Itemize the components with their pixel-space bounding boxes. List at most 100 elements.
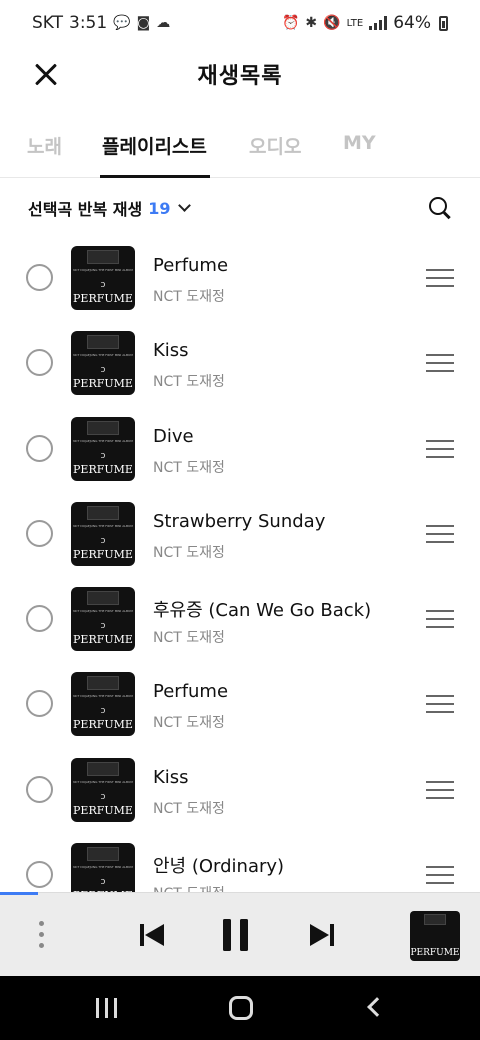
select-radio[interactable] — [26, 349, 53, 377]
album-art: NCT DOJAEJUNG THE FIRST MINI ALBUMↄPERFU… — [71, 501, 135, 566]
list-header: 선택곡 반복 재생 19 — [0, 188, 480, 228]
bottle-graphic — [424, 914, 446, 925]
bottle-graphic — [87, 847, 119, 862]
bottle-graphic — [87, 250, 119, 264]
album-art-subtext: NCT DOJAEJUNG THE FIRST MINI ALBUM — [73, 694, 133, 699]
track-row[interactable]: NCT DOJAEJUNG THE FIRST MINI ALBUMↄPERFU… — [0, 492, 480, 577]
battery-icon — [439, 15, 448, 31]
drag-handle-icon[interactable] — [426, 524, 454, 543]
bottle-graphic — [87, 591, 119, 606]
drag-handle-icon[interactable] — [426, 269, 454, 287]
status-bar-left: SKT 3:51 💬 ◙ ☁ — [32, 13, 170, 33]
drag-handle-icon[interactable] — [426, 610, 454, 629]
previous-track-button[interactable] — [132, 915, 172, 955]
logo-mark-icon: ↄ — [100, 450, 106, 461]
skip-previous-icon — [140, 924, 164, 946]
tab-songs[interactable]: 노래 — [27, 132, 62, 159]
search-icon[interactable] — [428, 196, 452, 220]
album-art-subtext: NCT DOJAEJUNG THE FIRST MINI ALBUM — [73, 609, 133, 614]
logo-mark-icon: ↄ — [100, 621, 106, 632]
network-type: LTE — [346, 17, 364, 29]
progress-bar[interactable] — [0, 892, 39, 895]
album-art: NCT DOJAEJUNG THE FIRST MINI ALBUMↄPERFU… — [71, 416, 135, 481]
track-row[interactable]: NCT DOJAEJUNG THE FIRST MINI ALBUMↄPERFU… — [0, 833, 480, 892]
track-count: 19 — [148, 198, 171, 218]
logo-mark-icon: ↄ — [100, 280, 106, 290]
track-title: Kiss — [153, 766, 189, 788]
track-title: 안녕 (Ordinary) — [153, 856, 285, 878]
album-art-subtext: NCT DOJAEJUNG THE FIRST MINI ALBUM — [73, 779, 133, 784]
select-radio[interactable] — [26, 605, 53, 633]
logo-mark-icon: ↄ — [100, 791, 106, 802]
talk-notification-icon: 💬 — [113, 15, 131, 31]
select-radio[interactable] — [26, 519, 53, 547]
more-options-icon[interactable] — [38, 919, 46, 951]
bottle-graphic — [87, 505, 119, 520]
logo-mark-icon: ↄ — [100, 535, 106, 546]
track-list[interactable]: NCT DOJAEJUNG THE FIRST MINI ALBUM ↄ PERFU… — [0, 236, 480, 892]
track-row[interactable]: NCT DOJAEJUNG THE FIRST MINI ALBUMↄPERFU… — [0, 748, 480, 833]
album-art: NCT DOJAEJUNG THE FIRST MINI ALBUM ↄPERFU… — [71, 672, 135, 737]
drag-handle-icon[interactable] — [426, 439, 454, 458]
track-artist: NCT 도재정 — [153, 289, 225, 305]
album-art-subtext: NCT DOJAEJUNG THE FIRST MINI ALBUM — [73, 865, 133, 870]
track-row[interactable]: NCT DOJAEJUNG THE FIRST MINI ALBUMↄPERFU… — [0, 407, 480, 492]
repeat-mode-label[interactable]: 선택곡 반복 재생 — [28, 196, 142, 220]
logo-mark-icon: ↄ — [100, 706, 106, 717]
album-art-text: PERFUME — [410, 948, 460, 958]
next-track-button[interactable] — [302, 915, 342, 955]
drag-handle-icon[interactable] — [426, 695, 454, 714]
album-art-subtext: NCT DOJAEJUNG THE FIRST MINI ALBUM — [73, 438, 133, 443]
track-row[interactable]: NCT DOJAEJUNG THE FIRST MINI ALBUMↄPERFU… — [0, 236, 480, 321]
track-artist: NCT 도재정 — [153, 374, 225, 391]
album-art: NCT DOJAEJUNG THE FIRST MINI ALBUM ↄPERFU… — [71, 587, 135, 652]
album-art-text: PERFUME — [73, 377, 133, 391]
recent-apps-icon[interactable] — [96, 998, 118, 1018]
album-art-text: PERFUME — [73, 718, 133, 732]
track-title: Perfume — [153, 681, 229, 703]
album-art-text: PERFUME — [73, 633, 133, 647]
track-row[interactable]: NCT DOJAEJUNG THE FIRST MINI ALBUMↄPERFU… — [0, 321, 480, 406]
album-art: NCT DOJAEJUNG THE FIRST MINI ALBUMↄPERFU… — [71, 246, 135, 310]
track-artist: NCT 도재정 — [153, 544, 225, 561]
home-icon[interactable] — [229, 996, 253, 1020]
track-title: Perfume — [153, 255, 229, 276]
album-art: NCT DOJAEJUNG THE FIRST MINI ALBUMↄPERFU… — [71, 843, 135, 892]
drag-handle-icon[interactable] — [426, 780, 454, 799]
drag-handle-icon[interactable] — [426, 354, 454, 373]
active-tab-indicator — [100, 175, 210, 178]
tab-playlist[interactable]: 플레이리스트 — [102, 132, 207, 159]
back-icon[interactable] — [367, 997, 387, 1017]
select-radio[interactable] — [26, 861, 53, 889]
track-row[interactable]: NCT DOJAEJUNG THE FIRST MINI ALBUM ↄPERFU… — [0, 662, 480, 747]
clock: 3:51 — [69, 13, 108, 33]
select-radio[interactable] — [26, 775, 53, 803]
skip-next-icon — [310, 924, 334, 946]
tab-audio[interactable]: 오디오 — [249, 132, 301, 159]
logo-mark-icon: ↄ — [100, 877, 106, 888]
album-art: NCT DOJAEJUNG THE FIRST MINI ALBUMↄPERFU… — [71, 757, 135, 822]
system-nav-bar — [0, 976, 480, 1040]
drag-handle-icon[interactable] — [426, 866, 454, 885]
status-bar: SKT 3:51 💬 ◙ ☁ ⏰ ✱ 🔇 LTE 64% — [0, 0, 480, 46]
bottle-graphic — [87, 335, 119, 350]
track-row[interactable]: NCT DOJAEJUNG THE FIRST MINI ALBUM ↄPERFU… — [0, 577, 480, 662]
mute-icon: 🔇 — [323, 15, 341, 31]
select-radio[interactable] — [26, 434, 53, 462]
tab-bar: 노래 플레이리스트 오디오 MY — [0, 120, 480, 178]
select-radio[interactable] — [26, 690, 53, 718]
tab-my[interactable]: MY — [343, 132, 376, 154]
now-playing-album-art[interactable]: PERFUME — [410, 911, 460, 961]
close-icon[interactable] — [30, 58, 62, 90]
track-title: Strawberry Sunday — [153, 510, 326, 532]
bottle-graphic — [87, 676, 119, 691]
track-artist: NCT 도재정 — [153, 459, 225, 476]
status-bar-right: ⏰ ✱ 🔇 LTE 64% — [282, 13, 448, 33]
select-radio[interactable] — [26, 264, 53, 291]
chevron-down-icon[interactable] — [178, 199, 192, 212]
pause-button[interactable] — [216, 915, 256, 955]
track-artist: NCT 도재정 — [153, 715, 225, 732]
logo-mark-icon: ↄ — [100, 365, 106, 376]
track-artist: NCT 도재정 — [153, 883, 225, 892]
signal-icon — [369, 16, 388, 30]
